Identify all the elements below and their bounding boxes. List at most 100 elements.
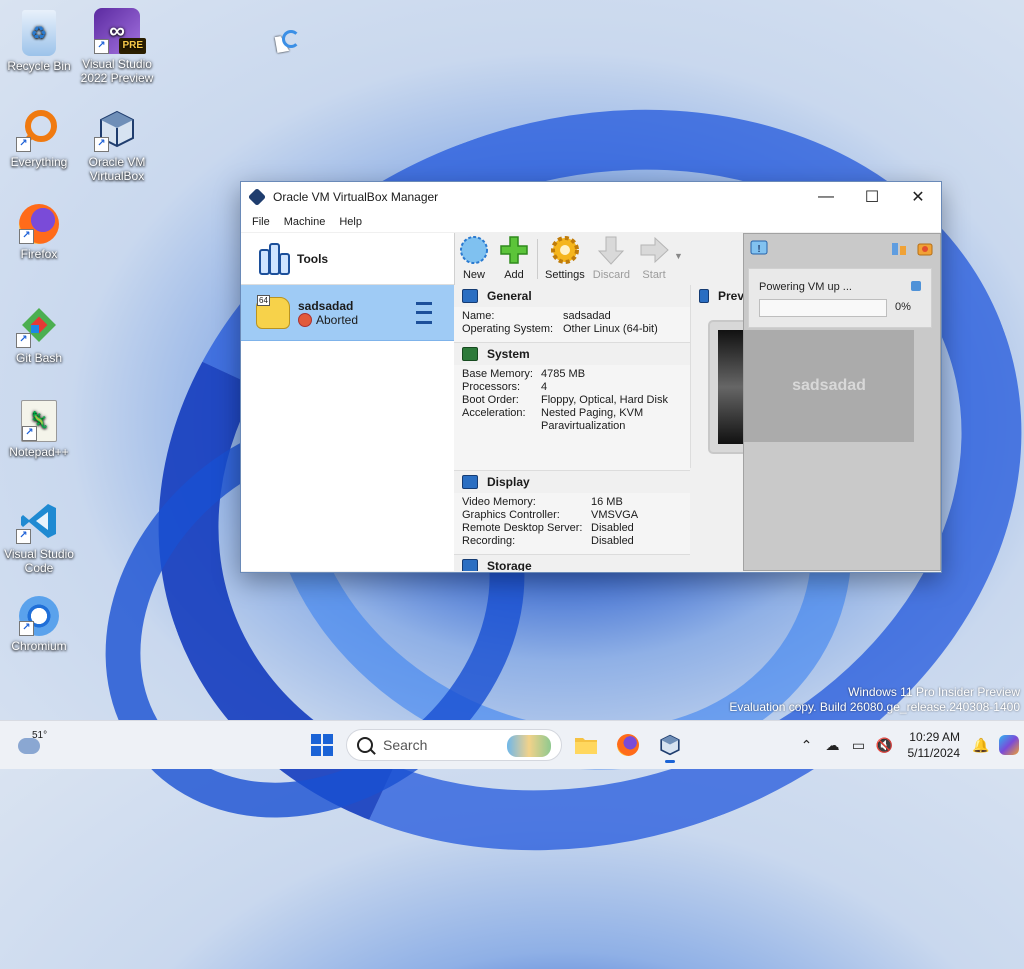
start-button[interactable] <box>304 727 340 763</box>
desktop-icon-chromium[interactable]: ↗ Chromium <box>1 596 77 653</box>
busy-spinner-icon <box>282 30 300 48</box>
watermark-line: Windows 11 Pro Insider Preview <box>729 685 1020 700</box>
detail-key: Graphics Controller: <box>462 509 591 522</box>
preview-screen <box>708 320 744 454</box>
onedrive-offline-icon[interactable]: ☁ <box>820 732 846 758</box>
preview-monitor-icon <box>699 289 709 303</box>
title-bar[interactable]: Oracle VM VirtualBox Manager — ☐ ✕ <box>241 182 941 212</box>
toolbar-separator <box>537 239 538 279</box>
minimize-button[interactable]: — <box>803 182 849 212</box>
firefox-icon <box>617 734 639 756</box>
vm-state: Aborted <box>316 313 358 327</box>
menu-machine[interactable]: Machine <box>277 216 333 228</box>
shortcut-arrow-icon: ↗ <box>94 137 109 152</box>
vm-details-menu-icon[interactable] <box>408 302 432 324</box>
start-dropdown-icon[interactable]: ▼ <box>674 251 683 261</box>
discard-button[interactable]: Discard <box>589 234 634 281</box>
new-button[interactable]: New <box>454 234 494 281</box>
desktop-icon-recycle-bin[interactable]: ♻ Recycle Bin <box>1 10 77 73</box>
git-bash-icon: ↗ <box>16 302 62 348</box>
desktop-icon-git-bash[interactable]: ↗ Git Bash <box>1 302 77 365</box>
evaluation-watermark: Windows 11 Pro Insider Preview Evaluatio… <box>729 685 1020 715</box>
notepad-plus-plus-icon: 🦎 ↗ <box>21 400 57 442</box>
preview-title: Prev <box>718 289 744 303</box>
general-section-header[interactable]: General <box>454 285 690 307</box>
settings-button[interactable]: Settings <box>541 234 589 281</box>
taskbar-firefox[interactable] <box>610 727 646 763</box>
desktop-icon-everything[interactable]: ↗ Everything <box>1 106 77 169</box>
clock-date: 5/11/2024 <box>908 745 961 761</box>
detail-value: Disabled <box>591 535 690 548</box>
virtualbox-icon: ↗ <box>94 106 140 152</box>
storage-section-header[interactable]: Storage <box>454 554 690 571</box>
new-label: New <box>463 269 485 281</box>
shortcut-arrow-icon: ↗ <box>16 333 31 348</box>
desktop-icon-label: Visual Studio 2022 Preview <box>81 57 154 85</box>
spacer <box>454 439 690 470</box>
desktop-icon-visual-studio[interactable]: ∞ PRE ↗ Visual Studio 2022 Preview <box>79 8 155 85</box>
vm-preview-thumbnail: sadsadad <box>744 330 914 442</box>
new-icon <box>458 234 490 266</box>
clock[interactable]: 10:29 AM 5/11/2024 <box>908 729 961 761</box>
visual-studio-icon: ∞ PRE ↗ <box>94 8 140 54</box>
detail-key: Base Memory: <box>462 368 541 381</box>
copilot-icon[interactable] <box>994 732 1024 758</box>
add-label: Add <box>504 269 524 281</box>
shortcut-arrow-icon: ↗ <box>19 229 34 244</box>
display-network-icon[interactable]: ▭ <box>846 732 872 758</box>
tools-item[interactable]: Tools <box>241 233 454 285</box>
chevron-up-icon[interactable]: ⌃ <box>794 732 820 758</box>
folder-icon <box>574 735 598 755</box>
system-details: Base Memory:4785 MB Processors:4 Boot Or… <box>454 365 690 439</box>
virtualbox-app-icon <box>248 188 266 206</box>
weather-widget[interactable]: 51° <box>18 730 54 760</box>
taskbar-search[interactable]: Search <box>346 729 562 761</box>
detail-key: Video Memory: <box>462 496 591 509</box>
detail-value: Floppy, Optical, Hard Disk <box>541 394 690 407</box>
linux-os-icon: 64 <box>256 297 290 329</box>
discard-label: Discard <box>593 269 630 281</box>
vscode-icon: ↗ <box>16 498 62 544</box>
notification-alert-icon[interactable]: ! <box>750 240 768 258</box>
menu-file[interactable]: File <box>245 216 277 228</box>
notification-center: ! Powering VM up ... 0% sadsadad <box>743 233 941 571</box>
storage-title: Storage <box>487 559 532 571</box>
sort-notifications-icon[interactable] <box>890 240 908 258</box>
notification-bell-icon[interactable]: 🔔 <box>968 732 994 758</box>
progress-label: Powering VM up ... <box>759 281 852 293</box>
detail-key: Remote Desktop Server: <box>462 522 591 535</box>
desktop-icon-vscode[interactable]: ↗ Visual Studio Code <box>1 498 77 575</box>
preview-section-header[interactable]: Prev <box>691 285 744 307</box>
system-tray: ⌃ ☁ ▭ 🔇 10:29 AM 5/11/2024 🔔 <box>794 721 1024 769</box>
volume-muted-icon[interactable]: 🔇 <box>872 732 898 758</box>
vm-list-item[interactable]: 64 sadsadad Aborted <box>241 285 454 341</box>
cancel-progress-icon[interactable] <box>911 281 921 291</box>
preview-pane: Prev <box>690 285 744 468</box>
desktop-icon-virtualbox[interactable]: ↗ Oracle VM VirtualBox <box>79 106 155 183</box>
maximize-button[interactable]: ☐ <box>849 182 895 212</box>
general-title: General <box>487 289 532 303</box>
system-section-header[interactable]: System <box>454 342 690 365</box>
settings-label: Settings <box>545 269 585 281</box>
display-details: Video Memory:16 MB Graphics Controller:V… <box>454 493 690 554</box>
firefox-icon: ↗ <box>19 204 59 244</box>
detail-value: VMSVGA <box>591 509 690 522</box>
add-button[interactable]: Add <box>494 234 534 281</box>
display-section-header[interactable]: Display <box>454 470 690 493</box>
desktop-icon-label: Oracle VM VirtualBox <box>89 155 146 183</box>
windows-logo-icon <box>311 734 333 756</box>
menu-help[interactable]: Help <box>332 216 369 228</box>
search-icon <box>357 737 373 753</box>
shortcut-arrow-icon: ↗ <box>16 137 31 152</box>
desktop-icon-firefox[interactable]: ↗ Firefox <box>1 204 77 261</box>
taskbar-file-explorer[interactable] <box>568 727 604 763</box>
close-button[interactable]: ✕ <box>895 182 941 212</box>
aborted-state-icon <box>298 313 312 327</box>
detail-value: 4 <box>541 381 690 394</box>
close-notifications-icon[interactable] <box>916 240 934 258</box>
desktop-icon-notepad-plus-plus[interactable]: 🦎 ↗ Notepad++ <box>1 400 77 459</box>
taskbar-center: Search <box>304 727 688 763</box>
shortcut-arrow-icon: ↗ <box>22 426 37 441</box>
start-button[interactable]: Start <box>634 234 674 281</box>
taskbar-virtualbox[interactable] <box>652 727 688 763</box>
